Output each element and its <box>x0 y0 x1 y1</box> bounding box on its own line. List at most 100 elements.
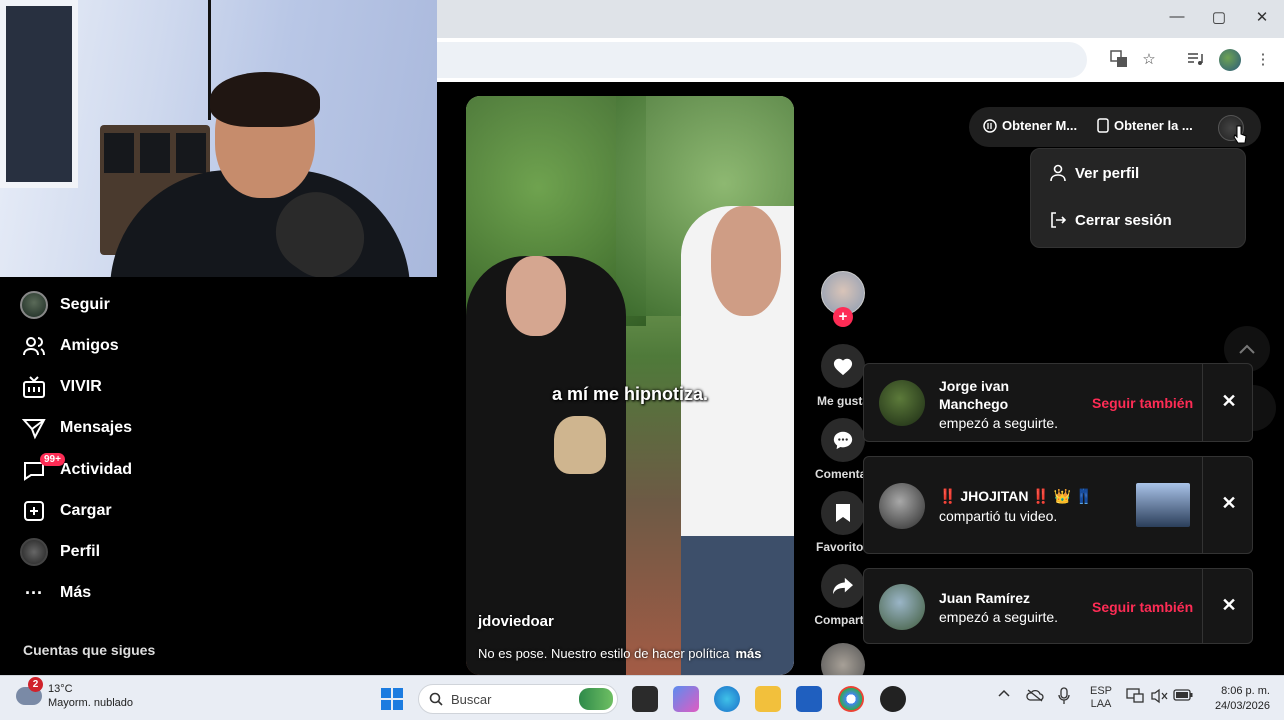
webcam-box <box>104 133 134 173</box>
taskbar-search[interactable]: Buscar <box>418 684 618 714</box>
sidebar-item-upload[interactable]: Cargar <box>18 496 112 526</box>
media-queue-icon[interactable] <box>1185 50 1205 70</box>
notification-card[interactable]: Juan Ramírez empezó a seguirte. Seguir t… <box>863 568 1253 644</box>
chevron-up-icon <box>1239 344 1255 354</box>
video-username[interactable]: jdoviedoar <box>478 613 554 630</box>
sidebar-item-friends[interactable]: Amigos <box>18 331 119 361</box>
address-bar[interactable] <box>437 42 1087 78</box>
notification-avatar <box>879 584 925 630</box>
bookmark-icon <box>836 504 850 522</box>
translate-icon[interactable] <box>1109 50 1129 70</box>
following-avatar <box>20 291 48 319</box>
system-clock[interactable]: 8:06 p. m. 24/03/2026 <box>1200 684 1270 714</box>
input-language[interactable]: ESP LAA <box>1086 685 1116 711</box>
following-accounts-title: Cuentas que sigues <box>23 642 156 658</box>
webcam-person-hair <box>210 72 320 127</box>
battery-icon[interactable] <box>1173 689 1193 704</box>
windows-start-button[interactable] <box>381 688 403 710</box>
sidebar-item-live[interactable]: VIVIR <box>18 372 102 402</box>
activity-badge: 99+ <box>40 453 65 466</box>
browser-profile-avatar[interactable] <box>1219 49 1241 71</box>
logout-icon <box>1049 211 1067 229</box>
temperature: 13°C <box>48 683 73 695</box>
more-icon: ··· <box>25 582 43 603</box>
file-explorer-icon[interactable] <box>755 686 781 712</box>
obs-icon[interactable] <box>880 686 906 712</box>
tray-overflow-icon[interactable] <box>998 688 1010 701</box>
notification-card[interactable]: Jorge ivan Manchego empezó a seguirte. S… <box>863 363 1253 442</box>
upload-icon <box>18 496 50 526</box>
more-link[interactable]: más <box>735 646 761 661</box>
webcam-overlay <box>0 0 437 277</box>
sidebar-item-label: Seguir <box>60 296 110 313</box>
weather-badge: 2 <box>28 677 43 692</box>
minimize-button[interactable]: — <box>1157 8 1197 30</box>
volume-muted-icon[interactable] <box>1150 688 1168 707</box>
share-button[interactable] <box>821 564 865 608</box>
browser-menu-icon[interactable]: ⋮ <box>1253 50 1273 70</box>
person-icon <box>1049 164 1067 182</box>
mouse-cursor-icon <box>1233 125 1247 150</box>
notification-name: Juan Ramírez <box>939 590 1031 606</box>
notification-divider <box>1202 569 1203 643</box>
cloud-icon: 2 <box>16 677 43 705</box>
share-icon <box>833 577 853 595</box>
messages-icon <box>18 413 50 443</box>
video-thumbnail[interactable] <box>1136 483 1190 527</box>
sidebar-item-label: VIVIR <box>60 378 102 395</box>
like-button[interactable] <box>821 344 865 388</box>
bookmark-star-icon[interactable]: ☆ <box>1139 50 1159 70</box>
view-profile-menu-item[interactable]: Ver perfil <box>1049 164 1139 182</box>
close-window-button[interactable]: ✕ <box>1242 8 1282 30</box>
heart-icon <box>833 358 853 376</box>
keyboard-layout: LAA <box>1090 698 1112 710</box>
get-coins-button[interactable]: Obtener M... <box>983 118 1077 133</box>
screen: — ▢ ✕ ☆ ⋮ Seguir Amigos VIVIR Mensajes 9… <box>0 0 1284 720</box>
favorite-button[interactable] <box>821 491 865 535</box>
microphone-icon[interactable] <box>1058 687 1070 708</box>
video-overlay-caption: a mí me hipnotiza. <box>551 384 709 404</box>
follow-back-button[interactable]: Seguir también <box>1092 599 1193 615</box>
friends-icon <box>18 331 50 361</box>
cloud-sync-icon[interactable] <box>1026 688 1044 705</box>
notification-avatar <box>879 483 925 529</box>
sidebar-item-profile[interactable]: Perfil <box>18 537 100 567</box>
copilot-icon[interactable] <box>673 686 699 712</box>
task-view-icon[interactable] <box>632 686 658 712</box>
search-icon <box>429 692 443 706</box>
browser-titlebar: — ▢ ✕ <box>437 0 1284 38</box>
sidebar-item-following[interactable]: Seguir <box>18 290 110 320</box>
logout-menu-item[interactable]: Cerrar sesión <box>1049 211 1172 229</box>
close-notification-button[interactable]: ✕ <box>1212 493 1246 523</box>
get-coins-label: Obtener M... <box>1002 118 1078 133</box>
follow-plus-button[interactable]: + <box>833 307 853 327</box>
phone-icon <box>1097 118 1109 133</box>
notification-card[interactable]: ‼️ JHOJITAN ‼️ 👑 👖 compartió tu video. ✕ <box>863 456 1253 554</box>
close-notification-button[interactable]: ✕ <box>1212 595 1246 625</box>
edge-icon[interactable] <box>714 686 740 712</box>
weather-widget[interactable]: 2 13°C Mayorm. nublado <box>16 677 133 710</box>
sidebar-item-activity[interactable]: 99+ Actividad <box>18 453 132 485</box>
network-icon[interactable] <box>1126 688 1144 707</box>
store-icon[interactable] <box>796 686 822 712</box>
sidebar-item-label: Más <box>60 584 92 601</box>
browser-toolbar: ☆ ⋮ <box>437 38 1284 82</box>
search-highlight-image <box>579 688 613 710</box>
sidebar-nav: Seguir Amigos VIVIR Mensajes 99+ Activid… <box>0 277 437 675</box>
sidebar-item-messages[interactable]: Mensajes <box>18 413 132 443</box>
comment-icon <box>833 431 853 450</box>
logout-label: Cerrar sesión <box>1075 211 1172 229</box>
get-app-button[interactable]: Obtener la ... <box>1097 118 1193 133</box>
sidebar-item-label: Mensajes <box>60 419 133 436</box>
chrome-icon[interactable] <box>838 686 864 712</box>
close-notification-button[interactable]: ✕ <box>1212 391 1246 421</box>
maximize-button[interactable]: ▢ <box>1199 8 1239 30</box>
sidebar-item-label: Amigos <box>60 337 119 354</box>
follow-back-button[interactable]: Seguir también <box>1092 395 1193 411</box>
webcam-box <box>140 133 170 173</box>
sidebar-item-more[interactable]: ··· Más <box>18 578 91 608</box>
webcam-box <box>176 133 206 173</box>
language-code: ESP <box>1089 685 1112 697</box>
video-player[interactable]: a mí me hipnotiza. jdoviedoar No es pose… <box>466 96 794 675</box>
comment-button[interactable] <box>821 418 865 462</box>
